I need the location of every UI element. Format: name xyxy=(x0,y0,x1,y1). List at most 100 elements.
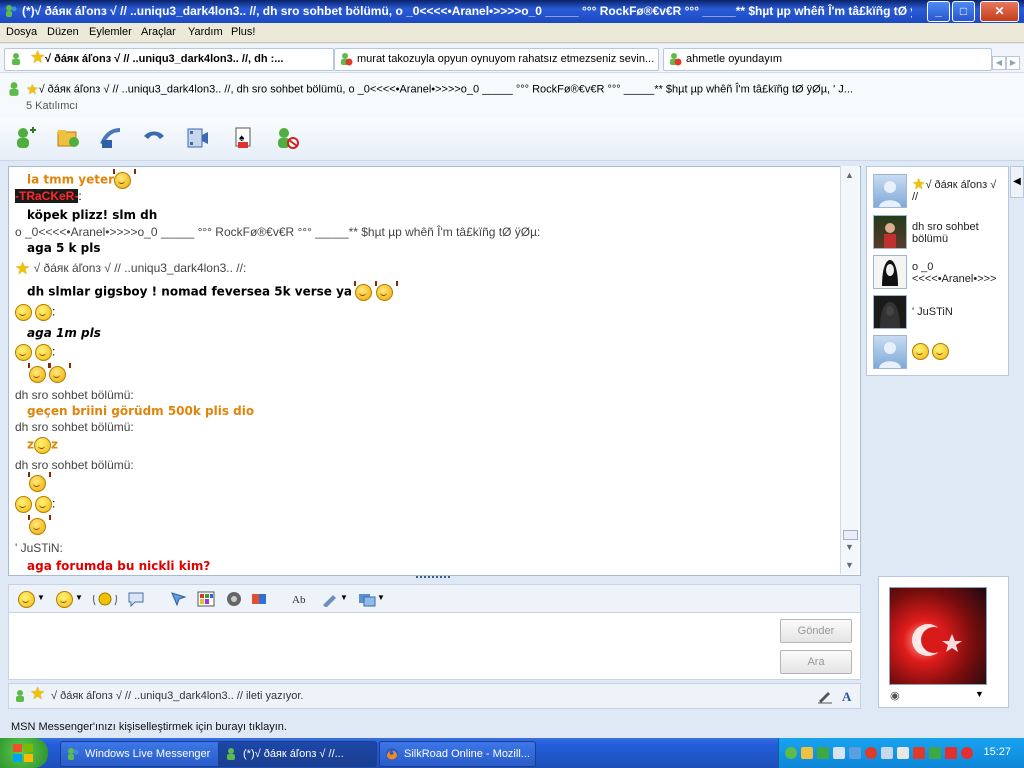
avatar[interactable] xyxy=(873,174,907,208)
start-button[interactable] xyxy=(0,738,48,768)
avatar[interactable] xyxy=(873,255,907,289)
participant-name: o _0 <<<<•Aranel•>>> xyxy=(912,261,997,285)
avatar[interactable] xyxy=(873,295,907,329)
windows-logo-icon xyxy=(13,744,33,762)
text-mode-icon[interactable]: A xyxy=(840,688,856,704)
share-icon[interactable] xyxy=(358,591,376,607)
devil-emoticon-icon xyxy=(28,472,51,492)
smile-emoticon-icon xyxy=(15,304,32,321)
voice-clip-icon[interactable] xyxy=(127,591,145,607)
chevron-down-icon[interactable]: ▼ xyxy=(377,593,385,602)
chat-history[interactable]: la tmm yeter -TRaCKeR-: köpek plizz! slm… xyxy=(8,166,861,576)
menu-plus[interactable]: Plus! xyxy=(231,26,255,38)
tray-alert-icon[interactable] xyxy=(945,747,957,759)
personalize-bar[interactable]: MSN Messenger'ınızı kişiselleştirmek içi… xyxy=(0,716,1024,738)
handwriting-mode-icon[interactable] xyxy=(817,688,833,704)
tray-shield-icon[interactable] xyxy=(961,747,973,759)
chevron-down-icon[interactable]: ▼ xyxy=(75,593,83,602)
personalize-link[interactable]: MSN Messenger'ınızı kişiselleştirmek içi… xyxy=(11,721,287,733)
tray-volume-icon[interactable] xyxy=(897,747,909,759)
chat-sender: -TRaCKeR-: xyxy=(15,189,82,203)
chat-message xyxy=(28,515,51,535)
chat-scrollbar[interactable]: ▲ ▼ ▼ xyxy=(840,166,859,574)
contact-busy-icon xyxy=(341,53,353,66)
tray-app-icon[interactable] xyxy=(785,747,797,759)
webcam-icon[interactable]: ◉ xyxy=(890,689,900,702)
chevron-down-icon[interactable]: ▼ xyxy=(340,593,348,602)
devil-emoticon-icon xyxy=(28,515,51,535)
emoticon-picker-icon[interactable] xyxy=(18,591,35,608)
formatting-toolbar: ▼ ▼ Ab ▼ ▼ xyxy=(8,584,861,614)
voice-call-icon[interactable] xyxy=(141,126,167,150)
avatar[interactable] xyxy=(873,335,907,369)
background-icon[interactable] xyxy=(197,591,215,607)
search-button[interactable]: Ara xyxy=(780,650,852,674)
wink-picker-icon[interactable] xyxy=(56,591,73,608)
font-icon[interactable]: Ab xyxy=(291,591,309,607)
menu-duzen[interactable]: Düzen xyxy=(47,26,79,38)
tray-power-icon[interactable] xyxy=(801,747,813,759)
menu-eylemler[interactable]: Eylemler xyxy=(89,26,132,38)
scroll-end-arrow-icon[interactable]: ▼ xyxy=(845,560,854,570)
star-icon: ★ xyxy=(31,49,45,66)
scroll-up-arrow-icon[interactable]: ▲ xyxy=(845,170,854,180)
menu-yardim[interactable]: Yardım xyxy=(188,26,223,38)
scroll-thumb[interactable] xyxy=(843,530,858,540)
activities-icon[interactable] xyxy=(185,126,211,150)
chevron-down-icon[interactable]: ▼ xyxy=(37,593,45,602)
taskbar-item-messenger[interactable]: Windows Live Messenger xyxy=(60,741,233,767)
svg-text:A: A xyxy=(842,689,852,704)
games-icon[interactable]: ♠ xyxy=(230,126,256,150)
chat-sender: dh sro sohbet bölümü: xyxy=(15,388,134,402)
chat-message: aga 5 k pls xyxy=(27,241,101,255)
avatar[interactable] xyxy=(873,215,907,249)
tab-conversation-2[interactable]: murat takozuyla opyun oynuyom rahatsız e… xyxy=(334,48,659,71)
minimize-button[interactable]: _ xyxy=(927,1,950,22)
send-files-icon[interactable] xyxy=(55,126,81,150)
title-bar[interactable]: (*)√ ðáяк áľonз √ // ..uniqu3_dark4lon3.… xyxy=(0,0,1024,23)
send-button[interactable]: Gönder xyxy=(780,619,852,643)
grin-emoticon-icon xyxy=(33,437,51,454)
taskbar-item-firefox[interactable]: SilkRoad Online - Mozill... xyxy=(379,741,536,767)
svg-text:Ab: Ab xyxy=(292,594,306,606)
clock[interactable]: 15:27 xyxy=(983,746,1011,758)
tray-network-icon[interactable] xyxy=(833,747,845,759)
tab-scroll-left-button[interactable]: ◀ xyxy=(992,56,1006,70)
tray-safely-remove-icon[interactable] xyxy=(929,747,941,759)
maximize-button[interactable]: □ xyxy=(952,1,975,22)
chevron-down-icon[interactable]: ▼ xyxy=(975,689,984,699)
tray-antivirus-icon[interactable] xyxy=(913,747,925,759)
resize-grip[interactable] xyxy=(416,576,450,581)
tray-update-icon[interactable] xyxy=(849,747,861,759)
chat-message: geçen briini görüdm 500k plis dio xyxy=(27,404,255,418)
tab-label: murat takozuyla opyun oynuyom rahatsız e… xyxy=(357,53,655,65)
tab-conversation-3[interactable]: ahmetle oyundayım xyxy=(663,48,992,71)
scroll-down-arrow-icon[interactable]: ▼ xyxy=(845,542,854,552)
smile-emoticon-icon xyxy=(35,496,52,513)
video-call-icon[interactable] xyxy=(98,126,124,150)
handwriting-icon[interactable] xyxy=(321,591,339,607)
nudge-icon[interactable] xyxy=(93,591,117,607)
tab-scroll-right-button[interactable]: ▶ xyxy=(1006,56,1020,70)
conversation-header: ★√ ðáяк áľonз √ // ..uniqu3_dark4lon3.. … xyxy=(0,72,1024,119)
my-display-picture[interactable]: ◉ ▼ xyxy=(878,576,1009,708)
invite-contact-icon[interactable] xyxy=(12,126,38,150)
close-button[interactable]: ✕ xyxy=(980,1,1019,22)
tray-messenger-icon[interactable] xyxy=(817,747,829,759)
tray-bluetooth-icon[interactable] xyxy=(881,747,893,759)
smile-emoticon-icon xyxy=(15,344,32,361)
photo-avatar-icon xyxy=(880,302,900,328)
games-launcher-icon[interactable] xyxy=(250,591,268,607)
menu-araclar[interactable]: Araçlar xyxy=(141,26,176,38)
block-contact-icon[interactable] xyxy=(274,126,300,150)
participant-name: ★√ ðáяк áľonз √ // xyxy=(912,177,1004,203)
participant-count: 5 Katılımcı xyxy=(26,100,78,112)
tray-security-icon[interactable] xyxy=(865,747,877,759)
message-input[interactable]: Gönder Ara xyxy=(8,612,861,680)
menu-dosya[interactable]: Dosya xyxy=(6,26,37,38)
sound-icon[interactable] xyxy=(225,591,243,607)
collapse-panel-button[interactable]: ◀ xyxy=(1010,166,1024,198)
taskbar-item-conversation[interactable]: (*)√ ðáяк áľonз √ //... xyxy=(218,741,377,767)
winks-icon[interactable] xyxy=(169,591,187,607)
tab-conversation-1[interactable]: ★ √ ðáяк áľonз √ // ..uniqu3_dark4lon3..… xyxy=(4,48,334,71)
